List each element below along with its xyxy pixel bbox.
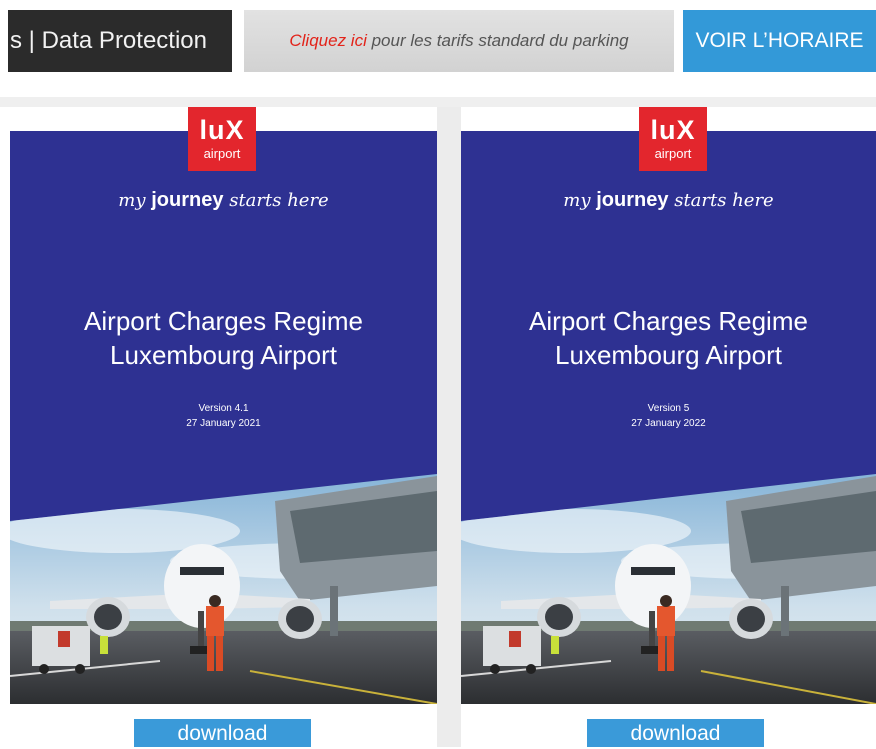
- parking-rates-text: pour les tarifs standard du parking: [366, 31, 629, 50]
- lux-airport-logo: luX airport: [639, 107, 707, 171]
- section-separator: [0, 97, 876, 107]
- cover-title-line1: Airport Charges Regime: [84, 306, 363, 336]
- download-button[interactable]: download: [587, 719, 764, 747]
- cover-tagline: my journey starts here: [118, 189, 329, 211]
- document-card-v4-1: my journey starts here Airport Charges R…: [10, 107, 437, 747]
- column-divider: [437, 107, 461, 747]
- cover-title-line2: Luxembourg Airport: [110, 340, 337, 370]
- data-protection-label: s | Data Protection: [10, 27, 207, 54]
- cover-title: Airport Charges Regime Luxembourg Airpor…: [461, 304, 876, 372]
- cover-version: Version 5: [647, 403, 690, 414]
- download-label: download: [630, 722, 721, 745]
- cover-version: Version 4.1: [198, 403, 249, 414]
- cover-version-info: Version 5 27 January 2022: [461, 401, 876, 431]
- download-button[interactable]: download: [134, 719, 311, 747]
- view-schedule-label: VOIR L’HORAIRE: [695, 29, 864, 52]
- cover-title-line2: Luxembourg Airport: [555, 340, 782, 370]
- cover-title: Airport Charges Regime Luxembourg Airpor…: [10, 304, 437, 372]
- click-here-link[interactable]: Cliquez ici: [289, 31, 366, 50]
- cover-title-line1: Airport Charges Regime: [529, 306, 808, 336]
- document-cover[interactable]: my journey starts here Airport Charges R…: [10, 131, 437, 704]
- download-label: download: [177, 722, 268, 745]
- data-protection-link[interactable]: s | Data Protection: [8, 10, 232, 72]
- view-schedule-button[interactable]: VOIR L’HORAIRE: [683, 10, 876, 72]
- cover-date: 27 January 2021: [186, 418, 261, 429]
- document-cover[interactable]: my journey starts here Airport Charges R…: [461, 131, 876, 704]
- parking-rates-banner[interactable]: Cliquez ici pour les tarifs standard du …: [244, 10, 674, 72]
- document-card-v5: my journey starts here Airport Charges R…: [461, 107, 876, 747]
- cover-version-info: Version 4.1 27 January 2021: [10, 401, 437, 431]
- cover-date: 27 January 2022: [631, 418, 706, 429]
- lux-airport-logo: luX airport: [188, 107, 256, 171]
- cover-tagline: my journey starts here: [563, 189, 774, 211]
